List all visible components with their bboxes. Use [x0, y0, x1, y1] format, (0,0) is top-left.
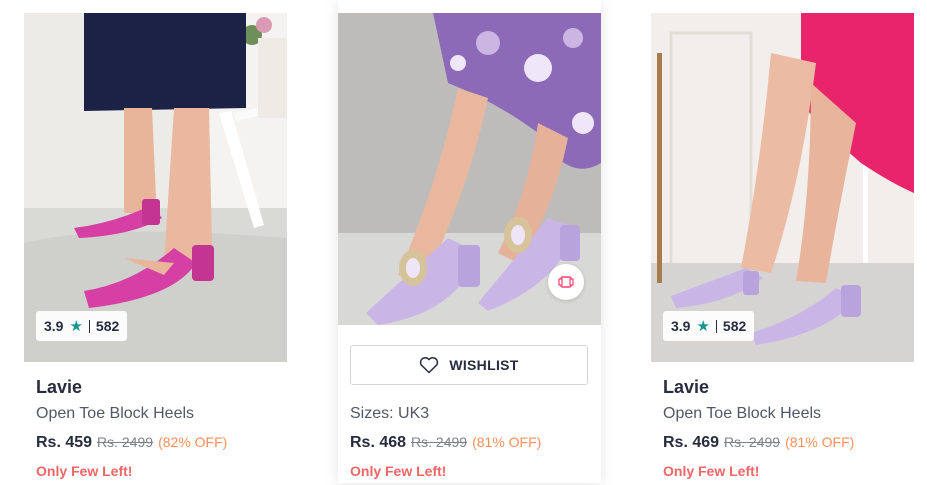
stock-note: Only Few Left!: [36, 463, 133, 479]
product-title[interactable]: Open Toe Block Heels: [36, 405, 194, 423]
rating-divider: [715, 319, 717, 333]
product-brand[interactable]: Lavie: [663, 377, 709, 398]
price-row: Rs. 459 Rs. 2499 (82% OFF): [36, 434, 227, 452]
product-card[interactable]: 3.9 ★ 582 Lavie Open Toe Block Heels Rs.…: [651, 0, 914, 485]
rating-divider: [88, 319, 90, 333]
rating-count: 582: [95, 318, 120, 334]
product-image[interactable]: [651, 13, 914, 362]
rating-badge: 3.9 ★ 582: [36, 311, 128, 341]
product-image[interactable]: [24, 13, 287, 362]
wishlist-button[interactable]: WISHLIST: [350, 345, 588, 385]
price-row: Rs. 468 Rs. 2499 (81% OFF): [350, 434, 541, 452]
original-price: Rs. 2499: [724, 434, 781, 450]
available-sizes: Sizes: UK3: [350, 405, 430, 422]
discount-text: (82% OFF): [158, 434, 228, 450]
product-title[interactable]: Open Toe Block Heels: [663, 405, 821, 423]
discount-text: (81% OFF): [472, 434, 542, 450]
stock-note: Only Few Left!: [663, 463, 760, 479]
heart-icon: [420, 357, 439, 374]
price-row: Rs. 469 Rs. 2499 (81% OFF): [663, 434, 854, 452]
rating-value: 3.9: [44, 318, 64, 334]
sale-price: Rs. 469: [663, 434, 720, 451]
product-brand[interactable]: Lavie: [36, 377, 82, 398]
product-photo: [24, 13, 287, 362]
sale-price: Rs. 459: [36, 434, 93, 451]
wishlist-label: WISHLIST: [449, 357, 519, 373]
star-icon: ★: [69, 318, 83, 335]
similar-products-button[interactable]: [548, 264, 584, 300]
discount-text: (81% OFF): [785, 434, 855, 450]
product-card-hovered[interactable]: WISHLIST Sizes: UK3 Rs. 468 Rs. 2499 (81…: [338, 0, 601, 483]
similar-icon: [558, 276, 574, 288]
product-photo: [651, 13, 914, 362]
sale-price: Rs. 468: [350, 434, 407, 451]
stock-note: Only Few Left!: [350, 463, 447, 479]
original-price: Rs. 2499: [97, 434, 154, 450]
rating-count: 582: [722, 318, 747, 334]
rating-value: 3.9: [671, 318, 691, 334]
rating-badge: 3.9 ★ 582: [663, 311, 755, 341]
original-price: Rs. 2499: [411, 434, 468, 450]
product-card[interactable]: 3.9 ★ 582 Lavie Open Toe Block Heels Rs.…: [24, 0, 287, 485]
star-icon: ★: [696, 318, 710, 335]
